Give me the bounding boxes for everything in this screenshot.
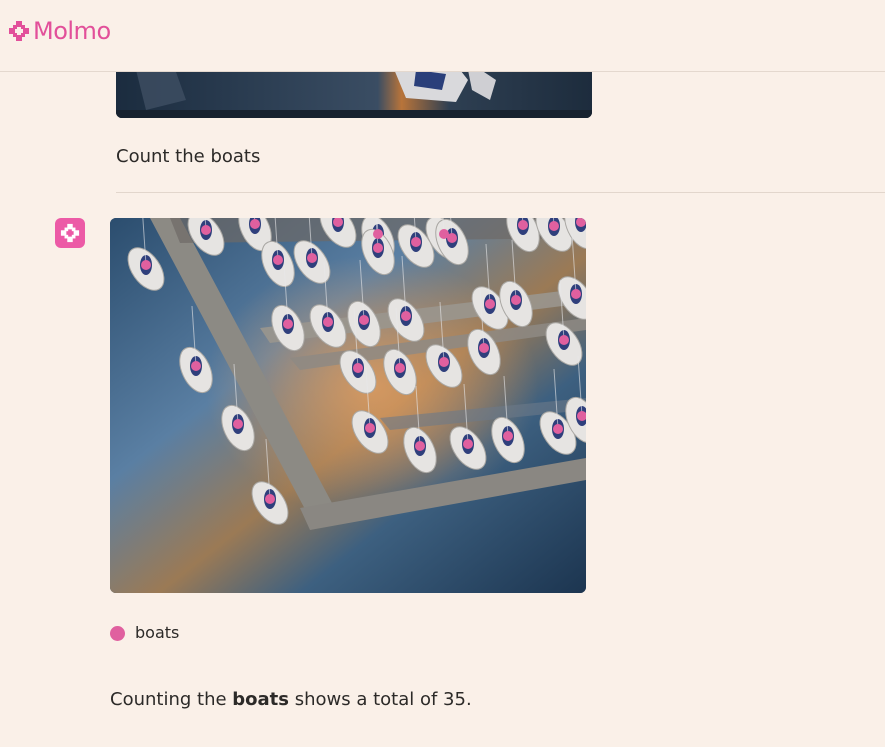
boat-point-marker <box>273 255 283 265</box>
boat-point-marker <box>559 335 569 345</box>
molmo-logo-icon <box>60 223 80 243</box>
app-header: Molmo <box>0 0 885 72</box>
answer-bold-term: boats <box>232 689 289 710</box>
boat-point-marker <box>201 225 211 235</box>
boat-point-marker <box>411 237 421 247</box>
boat-point-marker <box>373 243 383 253</box>
assistant-answer: Counting the boats shows a total of 35. <box>110 687 472 713</box>
boat-point-marker <box>395 363 405 373</box>
boat-point-marker <box>191 361 201 371</box>
boat-point-marker <box>401 311 411 321</box>
boat-point-marker <box>359 315 369 325</box>
brand-name: Molmo <box>33 17 111 45</box>
boat-point-marker <box>571 289 581 299</box>
boat-point-marker <box>323 317 333 327</box>
boat-point-marker <box>447 233 457 243</box>
boat-point-marker <box>549 221 559 231</box>
boat-point-marker <box>365 423 375 433</box>
boat-point-marker <box>503 431 513 441</box>
boat-point-marker <box>415 441 425 451</box>
legend-label: boats <box>135 623 180 642</box>
boat-point-marker <box>373 229 383 239</box>
molmo-logo-icon <box>9 21 29 41</box>
boat-point-marker <box>518 220 528 230</box>
boat-point-marker <box>553 424 563 434</box>
annotation-legend: boats <box>110 622 179 644</box>
boat-point-marker <box>233 419 243 429</box>
boat-point-marker <box>463 439 473 449</box>
boat-point-marker <box>307 253 317 263</box>
boat-point-marker <box>141 260 151 270</box>
annotated-marina-image <box>110 218 586 593</box>
molmo-logo[interactable]: Molmo <box>8 17 111 45</box>
legend-dot <box>110 625 125 641</box>
answer-prefix: Counting the <box>110 689 233 710</box>
boat-point-marker <box>250 219 260 229</box>
boat-point-marker <box>479 343 489 353</box>
boat-point-marker <box>283 319 293 329</box>
boat-point-marker <box>265 494 275 504</box>
message-divider <box>116 192 885 193</box>
boat-point-marker <box>511 295 521 305</box>
boat-point-marker <box>439 357 449 367</box>
boat-point-marker <box>485 299 495 309</box>
user-message: Count the boats <box>116 146 261 167</box>
answer-suffix: shows a total of 35. <box>289 689 472 710</box>
assistant-avatar <box>55 218 85 248</box>
boat-point-marker <box>353 363 363 373</box>
